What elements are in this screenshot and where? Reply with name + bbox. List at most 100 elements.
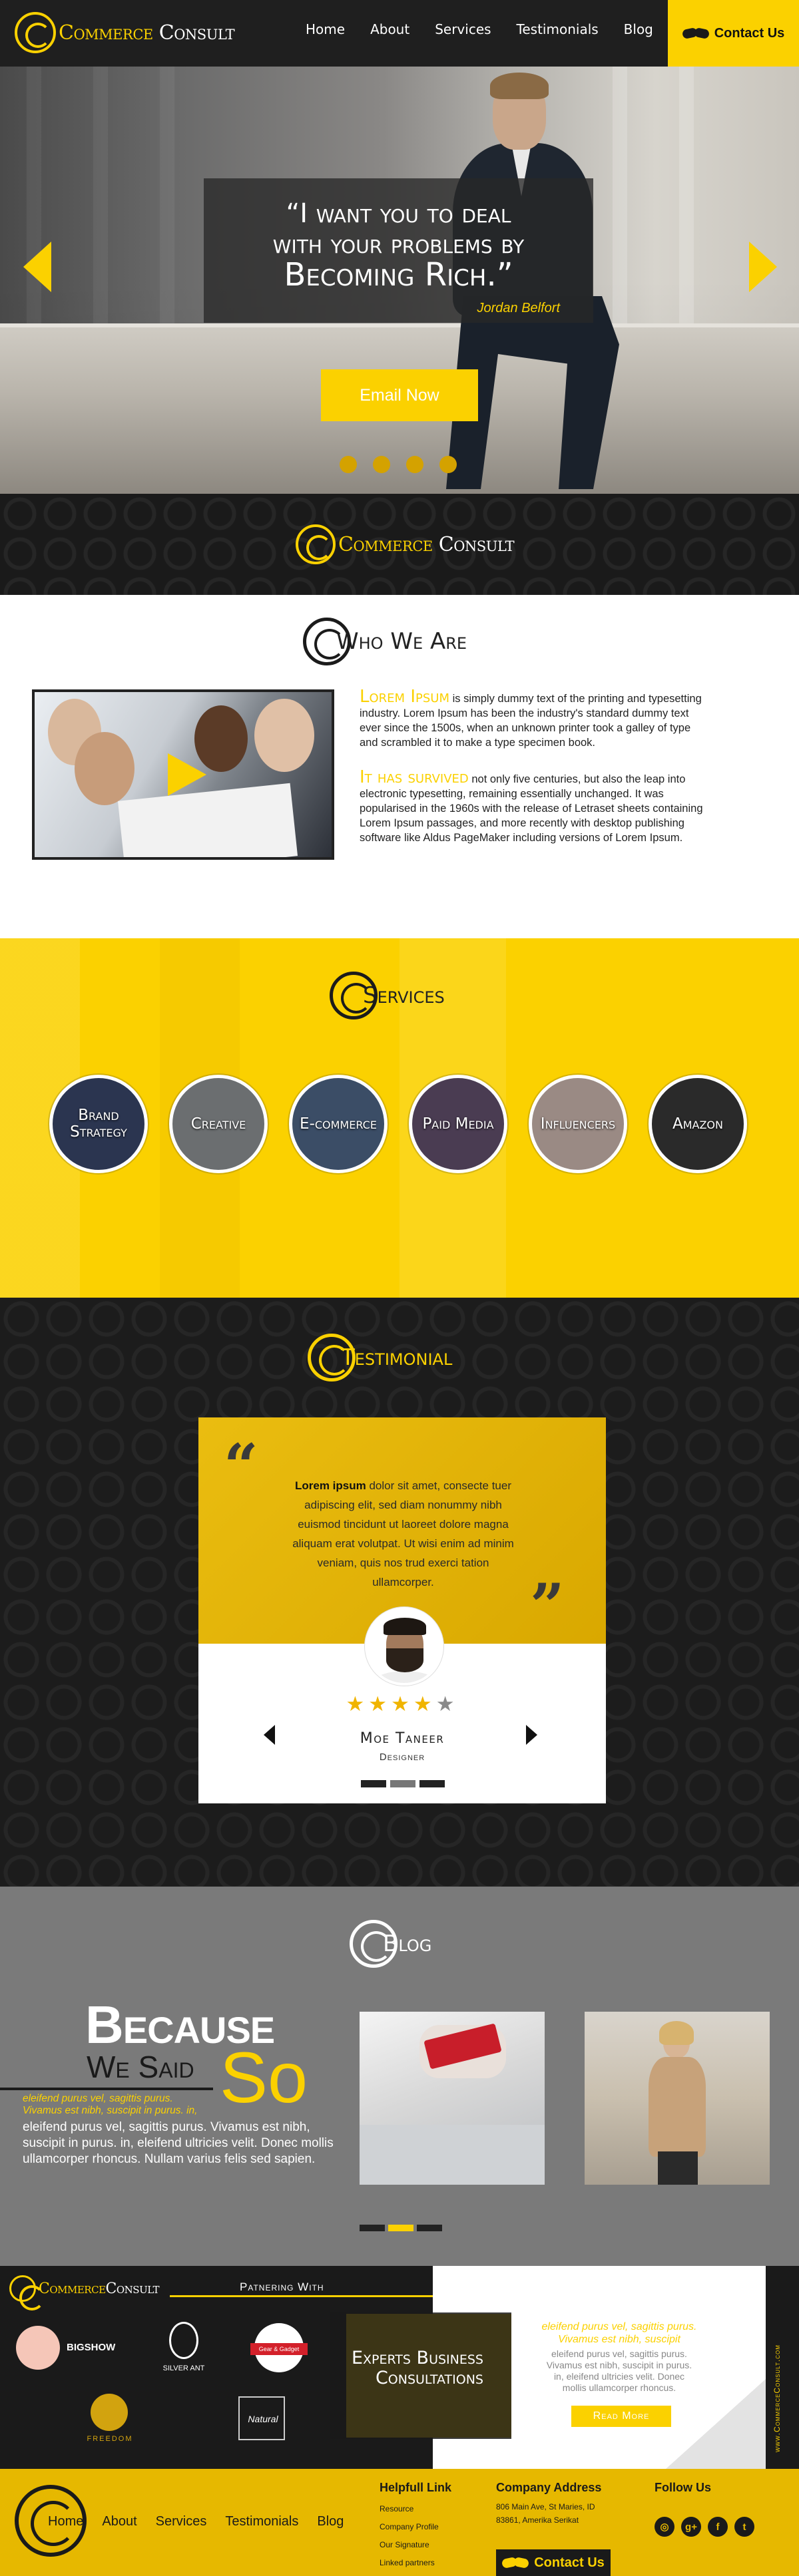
footer-nav-home[interactable]: Home: [39, 2514, 93, 2529]
partner-logo-icon: [9, 2275, 45, 2310]
partner-logo-freedom[interactable]: FREEDOM: [80, 2394, 140, 2454]
quote-line-1: “I want you to deal: [286, 198, 511, 229]
footer-nav-services[interactable]: Services: [146, 2514, 216, 2529]
contact-us-button[interactable]: Contact Us: [668, 0, 799, 67]
logo-icon: [15, 12, 56, 53]
section-logo-icon: [330, 972, 378, 1019]
slider-dot-1[interactable]: [340, 456, 357, 473]
testimonial-section: Testimonial “ ” Lorem ipsum dolor sit am…: [0, 1298, 799, 1887]
service-amazon[interactable]: Amazon: [649, 1075, 747, 1173]
section-logo-icon: [350, 1920, 398, 1968]
services-section: Services Brand Strategy Creative E-comme…: [0, 938, 799, 1298]
footer-nav: Home About Services Testimonials Blog: [39, 2514, 353, 2529]
avatar: [365, 1607, 443, 1686]
testimonial-indicator-1[interactable]: [361, 1780, 386, 1787]
contact-us-label: Contact Us: [714, 25, 785, 41]
blog-post-image-shopping[interactable]: [585, 2012, 770, 2185]
hero-quote: “I want you to deal with your problems b…: [204, 178, 593, 323]
service-paid-media[interactable]: Paid Media: [409, 1075, 507, 1173]
nav-about[interactable]: About: [358, 21, 422, 37]
blog-divider: [0, 2088, 213, 2090]
handshake-icon: [682, 27, 709, 40]
link-linked-partners[interactable]: Linked partners: [380, 2554, 486, 2572]
band-brand-second: Consult: [438, 532, 515, 556]
blog-indicators: [360, 2225, 442, 2231]
read-more-button[interactable]: Read More: [571, 2406, 671, 2427]
service-influencers[interactable]: Influencers: [529, 1075, 627, 1173]
partner-logo-gear-gadget[interactable]: Gear & Gadget: [242, 2323, 316, 2383]
who-p2-highlight: It has survived: [360, 767, 469, 787]
company-address: Company Address 806 Main Ave, St Maries,…: [496, 2481, 616, 2527]
who-video-thumbnail[interactable]: [32, 689, 334, 860]
section-logo-icon: [308, 1334, 356, 1381]
partner-logo-bigshow[interactable]: BIGSHOW: [16, 2326, 136, 2372]
instagram-icon[interactable]: ◎: [655, 2517, 674, 2537]
services-list: Brand Strategy Creative E-commerce Paid …: [49, 1075, 747, 1173]
service-e-commerce[interactable]: E-commerce: [289, 1075, 388, 1173]
blog-indicator-3[interactable]: [417, 2225, 442, 2231]
facebook-icon[interactable]: f: [708, 2517, 728, 2537]
slider-dot-4[interactable]: [439, 456, 457, 473]
star-icon: ★: [391, 1692, 413, 1716]
testimonial-indicator-2[interactable]: [390, 1780, 415, 1787]
nav-home[interactable]: Home: [293, 21, 358, 37]
company-address-title: Company Address: [496, 2481, 602, 2494]
star-icon: ★: [413, 1692, 436, 1716]
blog-title: Blog: [350, 1920, 431, 1968]
nav-blog[interactable]: Blog: [611, 21, 666, 37]
partner-logo-silver-ant[interactable]: SILVER ANT: [157, 2322, 210, 2382]
section-logo-icon: [303, 618, 351, 665]
band-brand-first: Commerce: [338, 532, 433, 556]
handshake-icon: [502, 2556, 529, 2569]
partner-section: CommerceConsult Patnering With BIGSHOW S…: [0, 2266, 799, 2469]
play-icon[interactable]: [168, 753, 206, 796]
website-url[interactable]: www.CommerceConsult.com: [772, 2344, 782, 2452]
blog-section: Blog Because We Said So eleifend purus v…: [0, 1887, 799, 2266]
helpful-links: Helpfull Link Resource Company Profile O…: [380, 2481, 486, 2572]
band-logo-icon: [296, 524, 336, 564]
who-p1-highlight: Lorem Ipsum: [360, 687, 449, 707]
blog-headline-we-said: We Said: [87, 2050, 194, 2084]
link-resource[interactable]: Resource: [380, 2500, 486, 2518]
partner-brand-logo: CommerceConsult: [9, 2275, 159, 2310]
google-plus-icon[interactable]: g+: [681, 2517, 701, 2537]
brand-logo[interactable]: Commerce Consult: [15, 12, 235, 53]
star-icon: ★: [368, 1692, 392, 1716]
blog-indicator-2[interactable]: [388, 2225, 413, 2231]
who-text: Lorem Ipsum is simply dummy text of the …: [360, 687, 706, 845]
landing-page: Commerce Consult Home About Services Tes…: [0, 0, 799, 2576]
open-quote-icon: “: [224, 1431, 258, 1501]
quote-author: Jordan Belfort: [477, 301, 560, 315]
slider-dot-2[interactable]: [373, 456, 390, 473]
testimonial-indicators: [361, 1780, 445, 1787]
blog-indicator-1[interactable]: [360, 2225, 385, 2231]
link-our-signature[interactable]: Our Signature: [380, 2536, 486, 2554]
footer-contact-us-button[interactable]: Contact Us: [496, 2549, 611, 2576]
partner-logo-natural[interactable]: Natural: [233, 2396, 293, 2450]
email-now-button[interactable]: Email Now: [321, 369, 478, 421]
testimonial-indicator-3[interactable]: [419, 1780, 445, 1787]
follow-us-title: Follow Us: [655, 2481, 711, 2494]
who-we-are-section: Who We Are Lorem Ipsum is simply dummy t…: [0, 595, 799, 938]
service-brand-strategy[interactable]: Brand Strategy: [49, 1075, 148, 1173]
service-creative[interactable]: Creative: [169, 1075, 268, 1173]
star-empty-icon: ★: [435, 1692, 459, 1716]
link-company-profile[interactable]: Company Profile: [380, 2518, 486, 2536]
nav-services[interactable]: Services: [422, 21, 503, 37]
footer-nav-testimonials[interactable]: Testimonials: [216, 2514, 308, 2529]
footer-nav-blog[interactable]: Blog: [308, 2514, 353, 2529]
slider-prev-arrow-icon[interactable]: [23, 242, 51, 292]
slider-dots: [340, 456, 457, 473]
footer-nav-about[interactable]: About: [93, 2514, 146, 2529]
nav-testimonials[interactable]: Testimonials: [504, 21, 611, 37]
experts-heading: Experts Business Consultations: [351, 2348, 483, 2388]
brand-name-second: Consult: [158, 21, 235, 45]
rating-stars: ★★★★★: [198, 1692, 606, 1716]
slider-next-arrow-icon[interactable]: [749, 242, 777, 292]
twitter-icon[interactable]: t: [734, 2517, 754, 2537]
follow-us: Follow Us: [655, 2481, 711, 2500]
blog-post-image-credit-card[interactable]: [360, 2012, 545, 2185]
hero-slider: “I want you to deal with your problems b…: [0, 67, 799, 494]
testimonial-text: Lorem ipsum dolor sit amet, consecte tue…: [292, 1479, 514, 1588]
slider-dot-3[interactable]: [406, 456, 423, 473]
